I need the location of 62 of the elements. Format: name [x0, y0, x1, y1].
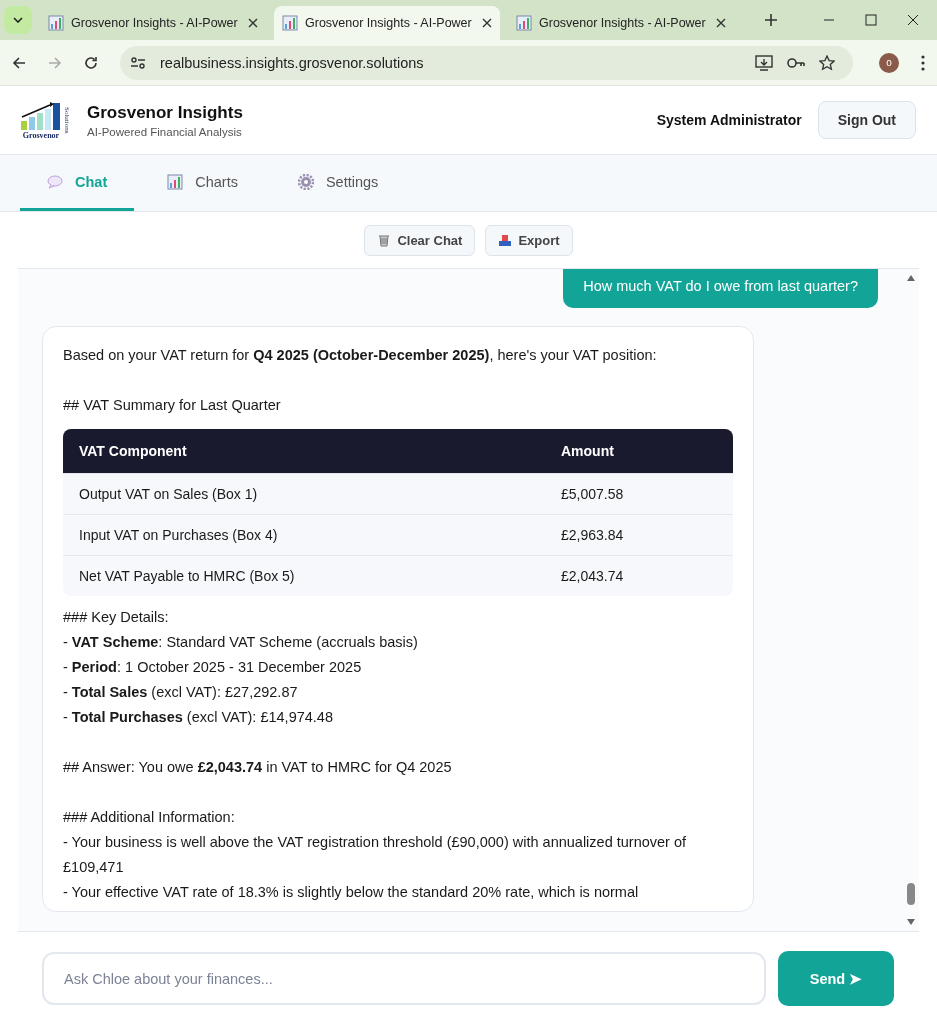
scroll-down-icon [906, 919, 915, 925]
app-subtitle: AI-Powered Financial Analysis [87, 125, 243, 138]
message-text: - VAT Scheme: Standard VAT Scheme (accruals basis) [63, 633, 419, 652]
message-text: Based on your VAT return for Q4 2025 (October-December 2025), here's your VAT position: [63, 346, 658, 365]
table-cell: Net VAT Payable to HMRC (Box 5) [63, 555, 545, 596]
table-cell: Output VAT on Sales (Box 1) [63, 473, 545, 515]
user-message: How much VAT do I owe from last quarter? [563, 269, 878, 308]
back-icon[interactable] [12, 55, 26, 70]
install-icon[interactable] [755, 54, 773, 71]
message-text: - Total Purchases (excl VAT): £14,974.48 [63, 708, 334, 727]
table-cell: £2,963.84 [545, 514, 733, 556]
bar-chart-icon [167, 173, 184, 190]
message-text: - Your effective VAT rate of 18.3% is slightly below the standard 20% rate, which is normal [63, 883, 640, 902]
message-text: - Your business is well above the VAT registration threshold (£90,000) with annualized turnover of £109,471 [63, 833, 688, 877]
nav-tab[interactable]: Charts [140, 155, 265, 211]
close-icon[interactable] [482, 18, 492, 28]
tray-icon [498, 233, 513, 247]
browser-tab[interactable]: Grosvenor Insights - AI-Power [40, 6, 266, 40]
message-text: ### Additional Information: [63, 808, 236, 827]
nav-tab[interactable]: Settings [270, 155, 406, 211]
site-settings-icon [130, 55, 146, 70]
scroll-up-icon [906, 275, 915, 281]
address-bar[interactable]: realbusiness.insights.grosvenor.solutions [120, 45, 853, 80]
table-cell: Input VAT on Purchases (Box 4) [63, 514, 545, 556]
bar-chart-logo-icon [20, 100, 62, 131]
column-header: Amount [545, 429, 733, 474]
plus-icon[interactable] [764, 13, 778, 27]
chevron-down-icon [13, 17, 23, 23]
scrollbar[interactable] [902, 269, 919, 931]
toolbar-button[interactable]: Clear Chat [364, 224, 476, 256]
scrollbar-thumb[interactable] [906, 883, 915, 905]
sign-out-button[interactable]: Sign Out [817, 101, 916, 139]
app-title: Grosvenor Insights [87, 102, 243, 123]
message-text: ## VAT Summary for Last Quarter [63, 396, 282, 415]
close-icon[interactable] [716, 18, 726, 28]
message-text: ### Key Details: [63, 608, 170, 627]
more-menu-icon[interactable] [921, 54, 925, 71]
column-header: VAT Component [63, 429, 545, 474]
maximize-icon[interactable] [865, 14, 877, 26]
browser-tab[interactable]: Grosvenor Insights - AI-Power [274, 6, 500, 40]
browser-tab[interactable]: Grosvenor Insights - AI-Power [508, 6, 734, 40]
user-name: System Administrator [656, 112, 802, 128]
reload-icon[interactable] [84, 55, 98, 70]
tab-search-button[interactable] [4, 6, 32, 34]
message-input[interactable]: Ask Chloe about your finances... [42, 952, 766, 1005]
close-icon[interactable] [907, 14, 919, 26]
key-icon[interactable] [787, 56, 805, 69]
star-icon[interactable] [819, 54, 835, 71]
chart-icon [516, 15, 532, 31]
message-text: ## Answer: You owe £2,043.74 in VAT to HMRC for Q4 2025 [63, 758, 453, 777]
close-icon[interactable] [248, 18, 258, 28]
chart-icon [282, 15, 298, 31]
table-cell: £2,043.74 [545, 555, 733, 596]
table-cell: £5,007.58 [545, 473, 733, 515]
trash-icon [377, 233, 392, 247]
chart-icon [48, 15, 64, 31]
message-text: - Total Sales (excl VAT): £27,292.87 [63, 683, 299, 702]
gear-icon [297, 173, 314, 190]
message-text: - Period: 1 October 2025 - 31 December 2025 [63, 658, 363, 677]
profile-avatar[interactable]: o [879, 52, 899, 73]
toolbar-button[interactable]: Export [485, 224, 573, 256]
speech-bubble-icon [47, 173, 63, 190]
